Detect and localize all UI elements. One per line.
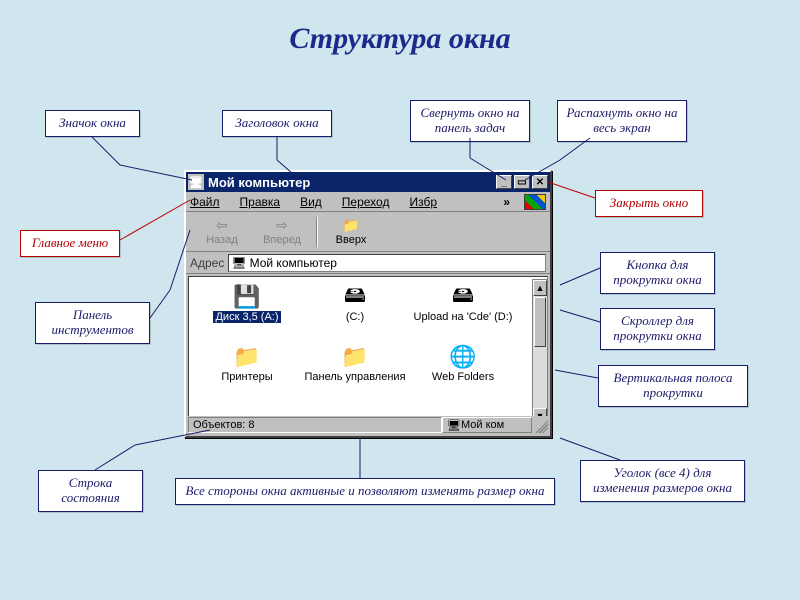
callout-scrollbar: Вертикальная полоса прокрутки	[598, 365, 748, 407]
folder-icon: 📁	[339, 343, 371, 371]
status-objects: Объектов: 8	[188, 417, 442, 433]
windows-logo-icon	[524, 194, 546, 210]
arrow-left-icon: ⇦	[216, 217, 228, 234]
close-button[interactable]: ✕	[532, 175, 548, 189]
scroll-up-button[interactable]: ▲	[533, 280, 547, 296]
menu-view[interactable]: Вид	[300, 195, 332, 209]
item-drive-c[interactable]: 🖴(C:)	[301, 283, 409, 343]
callout-maximize: Распахнуть окно на весь экран	[557, 100, 687, 142]
address-value: Мой компьютер	[250, 256, 337, 270]
callout-window-title: Заголовок окна	[222, 110, 332, 137]
scroll-thumb[interactable]	[534, 297, 546, 347]
callout-scroll-thumb: Скроллер для прокрутки окна	[600, 308, 715, 350]
item-printers[interactable]: 📁Принтеры	[193, 343, 301, 403]
webfolder-icon: 🌐	[447, 343, 479, 371]
drive-icon: 🖴	[339, 283, 371, 311]
status-bar: Объектов: 8 🖥 Мой ком	[188, 416, 548, 434]
callout-toolbar: Панель инструментов	[35, 302, 150, 344]
address-bar: Адрес 🖥 Мой компьютер	[186, 252, 550, 274]
system-icon[interactable]: 🖥	[188, 174, 204, 190]
menu-edit[interactable]: Правка	[240, 195, 291, 209]
separator	[316, 217, 317, 247]
callout-main-menu: Главное меню	[20, 230, 120, 257]
window-title-text: Мой компьютер	[208, 175, 310, 190]
menu-file[interactable]: Файл	[190, 195, 230, 209]
maximize-button[interactable]: ▭	[514, 175, 530, 189]
resize-grip[interactable]	[532, 417, 548, 433]
address-label: Адрес	[190, 256, 224, 270]
menubar: Файл Правка Вид Переход Избр »	[186, 192, 550, 212]
callout-scroll-button: Кнопка для прокрутки окна	[600, 252, 715, 294]
vertical-scrollbar[interactable]: ▲ ▼	[532, 279, 548, 425]
status-zone: 🖥 Мой ком	[442, 417, 532, 433]
callout-close: Закрыть окно	[595, 190, 703, 217]
callout-sides-active: Все стороны окна активные и позволяют из…	[175, 478, 555, 505]
item-floppy[interactable]: 💾Диск 3,5 (A:)	[193, 283, 301, 343]
menu-fav[interactable]: Избр	[409, 195, 447, 209]
callout-resize-corner: Уголок (все 4) для изменения размеров ок…	[580, 460, 745, 502]
callout-minimize: Свернуть окно на панель задач	[410, 100, 530, 142]
minimize-button[interactable]: _	[496, 175, 512, 189]
item-web-folders[interactable]: 🌐Web Folders	[409, 343, 517, 403]
titlebar[interactable]: 🖥 Мой компьютер _ ▭ ✕	[186, 172, 550, 192]
back-button[interactable]: ⇦Назад	[192, 217, 252, 246]
floppy-icon: 💾	[231, 283, 263, 311]
callout-window-icon: Значок окна	[45, 110, 140, 137]
window: 🖥 Мой компьютер _ ▭ ✕ Файл Правка Вид Пе…	[184, 170, 552, 438]
menu-go[interactable]: Переход	[342, 195, 400, 209]
computer-icon: 🖥	[231, 256, 246, 270]
folder-icon: 📁	[231, 343, 263, 371]
forward-button[interactable]: ⇨Вперед	[252, 217, 312, 246]
item-control-panel[interactable]: 📁Панель управления	[301, 343, 409, 403]
up-button[interactable]: 📁Вверх	[321, 217, 381, 246]
callout-status-bar: Строка состояния	[38, 470, 143, 512]
page-title: Структура окна	[0, 22, 800, 56]
address-field[interactable]: 🖥 Мой компьютер	[228, 254, 546, 272]
toolbar: ⇦Назад ⇨Вперед 📁Вверх	[186, 212, 550, 252]
folder-up-icon: 📁	[342, 217, 359, 234]
netdrive-icon: 🖴	[447, 283, 479, 311]
item-drive-d[interactable]: 🖴Upload на 'Cde' (D:)	[409, 283, 517, 343]
content-area[interactable]: 💾Диск 3,5 (A:) 🖴(C:) 🖴Upload на 'Cde' (D…	[188, 276, 548, 422]
menu-overflow[interactable]: »	[503, 195, 510, 209]
arrow-right-icon: ⇨	[276, 217, 288, 234]
